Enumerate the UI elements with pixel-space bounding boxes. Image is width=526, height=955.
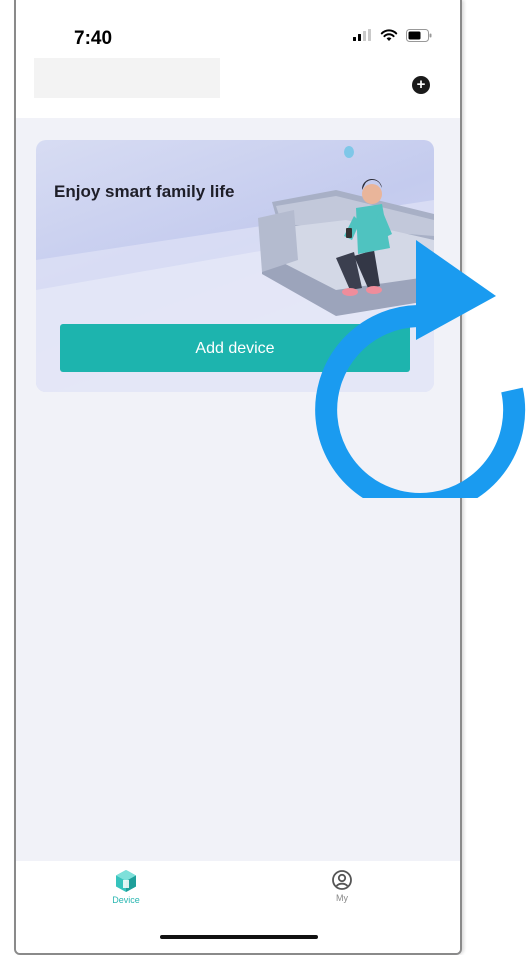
- tab-my[interactable]: My: [302, 869, 382, 903]
- status-time: 7:40: [74, 28, 113, 49]
- refresh-arrow-icon[interactable]: [300, 228, 526, 498]
- tab-device-label: Device: [112, 895, 140, 905]
- signal-icon: [353, 29, 371, 41]
- status-bar: 7:40: [16, 0, 460, 58]
- plus-circle-icon[interactable]: +: [412, 76, 430, 94]
- tab-device[interactable]: Device: [86, 869, 166, 905]
- banner-title: Enjoy smart family life: [54, 182, 235, 201]
- home-name-placeholder: [34, 58, 220, 98]
- header: +: [16, 58, 460, 118]
- device-cube-icon: [116, 870, 136, 892]
- status-icons: [352, 28, 432, 42]
- user-circle-icon: [332, 870, 352, 890]
- tab-my-label: My: [336, 893, 348, 903]
- home-indicator: [160, 935, 318, 939]
- wifi-icon: [380, 29, 398, 41]
- bottom-tab-bar: Device My: [16, 861, 460, 953]
- battery-icon: [406, 28, 432, 42]
